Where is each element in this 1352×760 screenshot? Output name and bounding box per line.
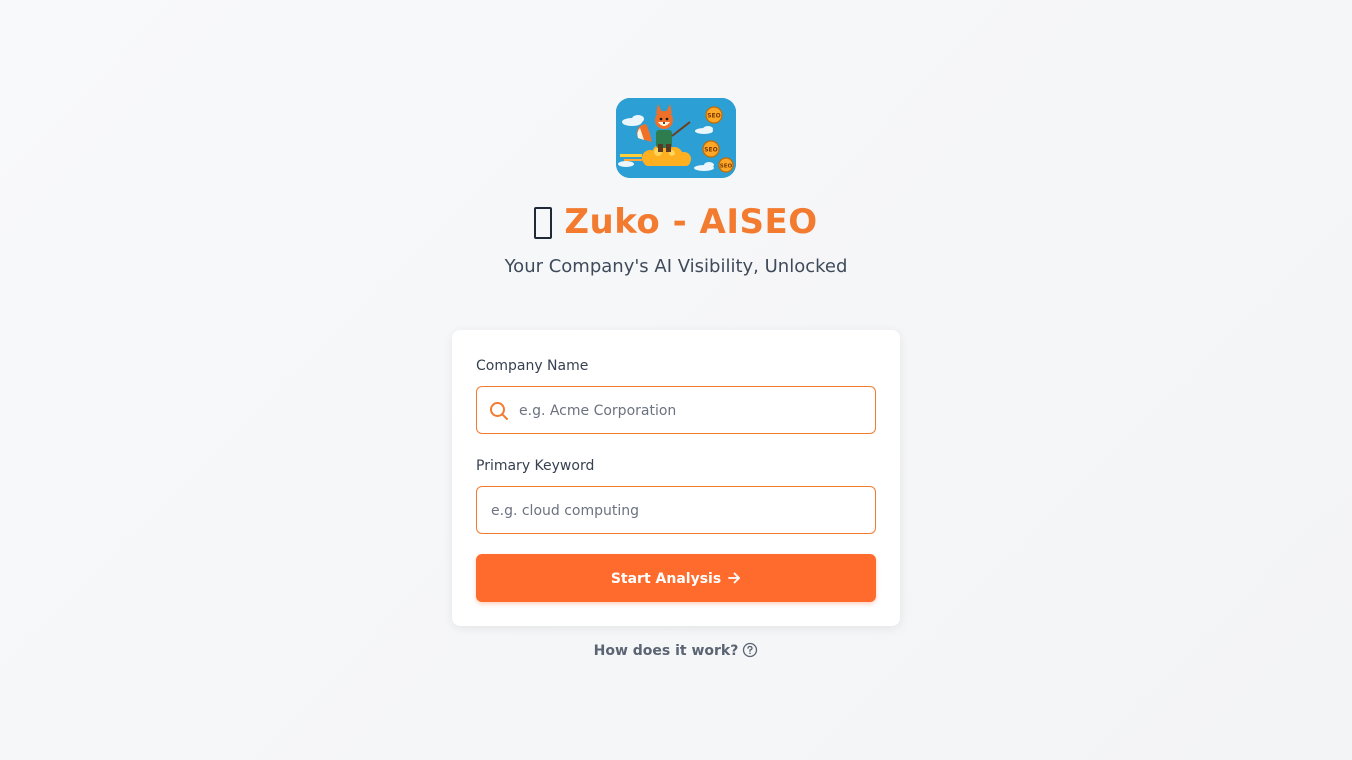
start-analysis-button[interactable]: Start Analysis — [476, 554, 876, 602]
arrow-right-icon — [728, 572, 741, 584]
seo-coin-badge: SEO — [704, 147, 718, 154]
question-circle-icon — [743, 642, 758, 658]
page-subtitle: Your Company's AI Visibility, Unlocked — [504, 256, 848, 277]
seo-coin-badge: SEO — [720, 164, 733, 170]
company-name-input[interactable] — [517, 387, 871, 435]
analysis-form-card: Company Name Primary Keyword Start Analy… — [452, 330, 900, 626]
primary-keyword-input[interactable] — [489, 487, 871, 535]
company-name-label: Company Name — [476, 358, 589, 374]
fox-on-cloud-logo: SEO SEO SEO — [616, 98, 736, 178]
search-icon — [490, 402, 508, 420]
how-does-it-work-label: How does it work? — [593, 643, 739, 659]
primary-keyword-field[interactable] — [476, 486, 876, 535]
company-name-field[interactable] — [476, 386, 876, 435]
missing-glyph-icon — [534, 207, 553, 239]
seo-coin-badge: SEO — [707, 113, 721, 120]
primary-keyword-label: Primary Keyword — [476, 458, 595, 474]
page-title-row: Zuko - AISEO — [0, 196, 1352, 248]
page-title: Zuko - AISEO — [564, 202, 818, 242]
how-does-it-work-link[interactable]: How does it work? — [0, 640, 1352, 662]
start-analysis-label: Start Analysis — [610, 571, 722, 587]
